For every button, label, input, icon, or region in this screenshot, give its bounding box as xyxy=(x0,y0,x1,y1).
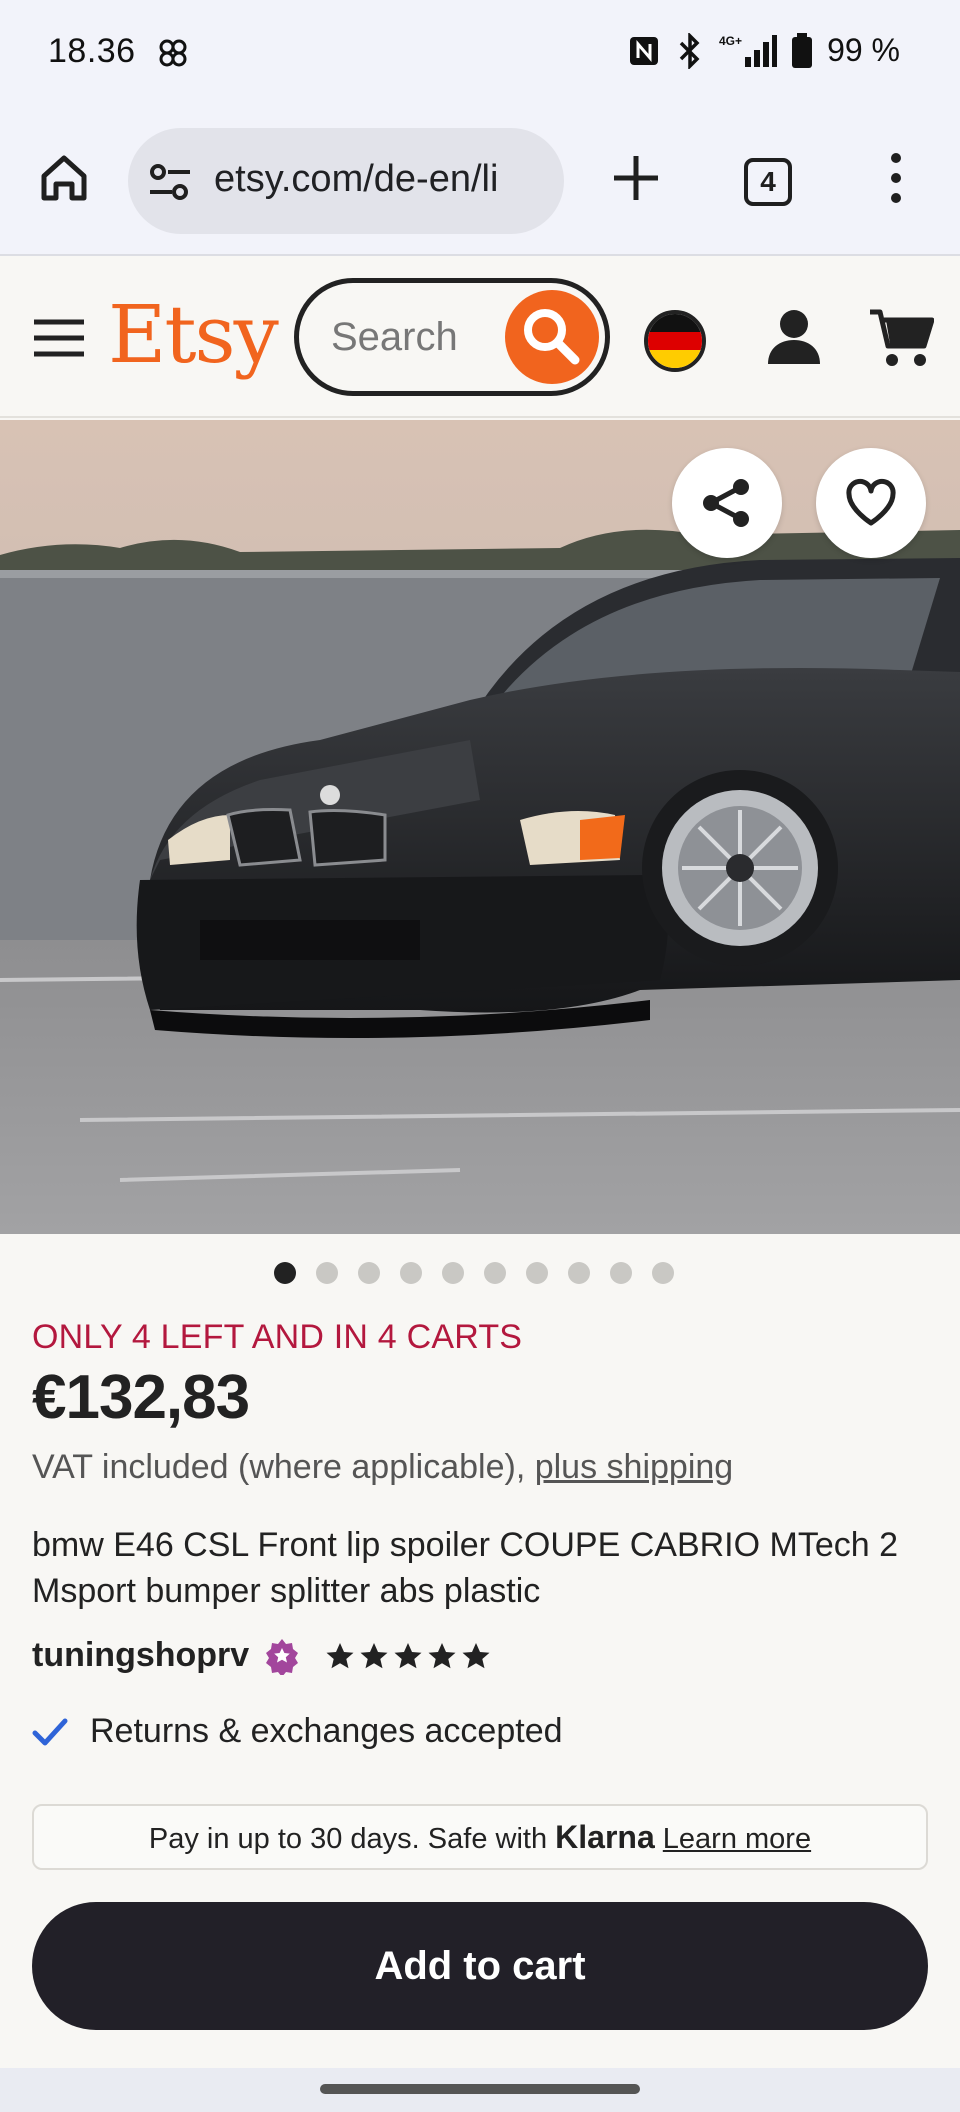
carousel-dot[interactable] xyxy=(526,1262,548,1284)
rating-stars xyxy=(325,1641,491,1671)
site-settings-icon[interactable] xyxy=(148,162,192,202)
klarna-logo: Klarna xyxy=(555,1819,655,1855)
star-icon xyxy=(462,1642,490,1668)
klarna-text: Pay in up to 30 days. Safe with xyxy=(148,1823,556,1855)
shop-name[interactable]: tuningshoprv xyxy=(32,1636,249,1675)
carousel-dot[interactable] xyxy=(400,1262,422,1284)
gesture-handle[interactable] xyxy=(320,2084,640,2094)
shop-row: tuningshoprv xyxy=(32,1636,491,1675)
carousel-dot[interactable] xyxy=(274,1262,296,1284)
etsy-logo[interactable]: Etsy xyxy=(108,288,279,381)
product-image[interactable] xyxy=(0,420,960,1234)
germany-flag-icon[interactable] xyxy=(644,310,706,372)
search-input[interactable]: Search xyxy=(294,278,610,396)
nfc-icon xyxy=(630,36,659,65)
product-photo xyxy=(0,420,960,1234)
address-bar[interactable]: etsy.com/de-en/li xyxy=(128,128,564,234)
more-options-icon[interactable] xyxy=(876,148,916,208)
carousel-dot[interactable] xyxy=(652,1262,674,1284)
cart-icon[interactable] xyxy=(868,306,934,368)
add-to-cart-button[interactable]: Add to cart xyxy=(32,1902,928,2030)
search-placeholder: Search xyxy=(331,315,458,359)
star-icon xyxy=(360,1642,388,1668)
new-tab-icon[interactable] xyxy=(608,148,664,208)
listing-title: bmw E46 CSL Front lip spoiler COUPE CABR… xyxy=(32,1526,899,1610)
system-nav-bar xyxy=(0,2068,960,2112)
carousel-dot[interactable] xyxy=(484,1262,506,1284)
battery-level: 99 % xyxy=(827,32,900,68)
returns-text: Returns & exchanges accepted xyxy=(90,1712,563,1750)
url-text[interactable]: etsy.com/de-en/li xyxy=(214,158,554,201)
returns-row: Returns & exchanges accepted xyxy=(32,1712,563,1751)
star-icon xyxy=(326,1642,354,1668)
carousel-dot[interactable] xyxy=(316,1262,338,1284)
share-button[interactable] xyxy=(672,448,782,558)
carousel-dot[interactable] xyxy=(568,1262,590,1284)
klarna-banner: Pay in up to 30 days. Safe with Klarna L… xyxy=(32,1804,928,1870)
search-button[interactable] xyxy=(505,290,599,384)
heart-icon xyxy=(846,478,896,526)
battery-icon xyxy=(792,32,813,68)
tab-switcher-button[interactable]: 4 xyxy=(744,158,792,206)
site-header: Etsy Search xyxy=(0,258,960,418)
carousel-dot[interactable] xyxy=(358,1262,380,1284)
shipping-link[interactable]: plus shipping xyxy=(535,1448,733,1486)
status-time: 18.36 xyxy=(48,32,136,70)
favorite-button[interactable] xyxy=(816,448,926,558)
svg-text:4G+: 4G+ xyxy=(719,34,742,48)
stock-notice: ONLY 4 LEFT AND IN 4 CARTS xyxy=(32,1318,523,1356)
star-icon xyxy=(394,1642,422,1668)
vat-notice: VAT included (where applicable), plus sh… xyxy=(32,1448,733,1487)
share-icon xyxy=(703,479,749,527)
browser-toolbar: etsy.com/de-en/li 4 xyxy=(0,108,960,256)
pinwheel-icon xyxy=(159,39,187,67)
checkmark-icon xyxy=(32,1718,68,1745)
klarna-learn-more-link[interactable]: Learn more xyxy=(663,1823,811,1855)
status-bar: 18.36 4G+ 99 % xyxy=(0,0,960,108)
search-icon xyxy=(524,309,580,365)
vat-text: VAT included (where applicable), xyxy=(32,1448,535,1486)
hamburger-menu-icon[interactable] xyxy=(32,316,86,360)
price: €132,83 xyxy=(32,1363,250,1432)
carousel-dot[interactable] xyxy=(442,1262,464,1284)
star-icon xyxy=(428,1642,456,1668)
signal-icon: 4G+ xyxy=(719,34,778,67)
star-seller-badge-icon xyxy=(266,1638,299,1675)
status-icons: 4G+ 99 % xyxy=(627,32,900,69)
home-icon[interactable] xyxy=(36,150,92,206)
image-carousel-dots[interactable] xyxy=(274,1262,674,1284)
user-account-icon[interactable] xyxy=(764,306,824,366)
bluetooth-icon xyxy=(679,32,700,69)
carousel-dot[interactable] xyxy=(610,1262,632,1284)
